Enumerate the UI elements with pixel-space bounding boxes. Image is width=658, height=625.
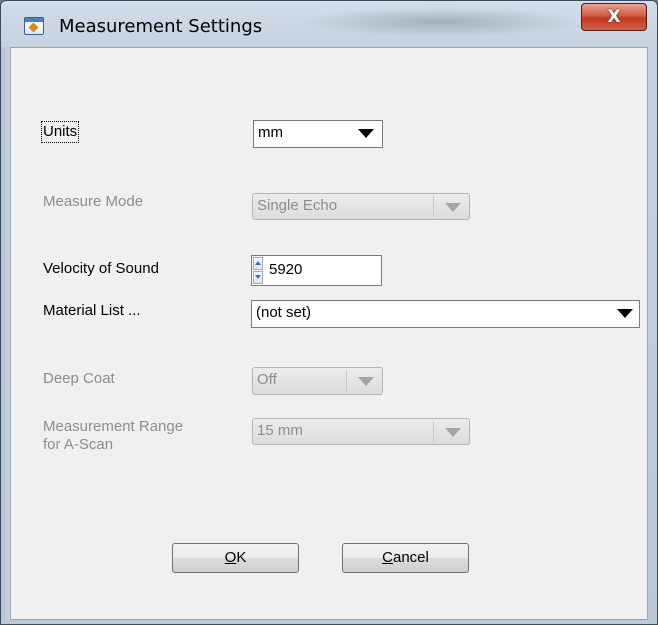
units-value: mm (258, 124, 283, 141)
app-window-icon[interactable] (24, 17, 44, 35)
spin-down-icon[interactable] (253, 271, 263, 284)
velocity-label: Velocity of Sound (43, 260, 159, 277)
material-list-label: Material List ... (43, 302, 141, 319)
material-list-value: (not set) (256, 304, 312, 321)
deep-coat-dropdown: Off (252, 367, 383, 395)
measurement-range-value: 15 mm (257, 422, 303, 439)
window-frame-left (1, 47, 10, 620)
chevron-down-icon (358, 377, 374, 386)
measurement-range-dropdown: 15 mm (252, 418, 470, 445)
ok-label-rest: K (236, 549, 247, 566)
ok-button[interactable]: OK (172, 543, 299, 573)
measure-mode-value: Single Echo (257, 197, 338, 214)
deep-coat-label: Deep Coat (43, 370, 115, 387)
cancel-accelerator: C (382, 549, 393, 566)
chevron-down-icon (445, 428, 461, 437)
measurement-range-label-line1: Measurement Range (43, 418, 184, 435)
title-bar-glass (301, 7, 581, 37)
close-button[interactable]: X (581, 3, 647, 31)
material-list-dropdown[interactable]: (not set) (251, 300, 640, 328)
ok-accelerator: O (224, 549, 237, 566)
dialog-client-area: Units mm Measure Mode Single Echo Veloci… (10, 47, 648, 620)
chevron-down-icon (617, 309, 633, 318)
units-dropdown[interactable]: mm (253, 120, 383, 148)
window-title: Measurement Settings (59, 16, 263, 37)
chevron-down-icon (445, 203, 461, 212)
velocity-spin-buttons (253, 257, 263, 284)
title-bar[interactable]: Measurement Settings X (1, 1, 657, 47)
velocity-spinbox[interactable]: 5920 (251, 255, 382, 286)
measurement-range-label: Measurement Range for A-Scan (43, 418, 183, 454)
measure-mode-dropdown: Single Echo (252, 193, 470, 220)
units-label[interactable]: Units (40, 121, 80, 143)
chevron-down-icon (358, 129, 374, 138)
velocity-value: 5920 (269, 261, 303, 278)
deep-coat-value: Off (257, 371, 277, 388)
measurement-settings-dialog: Measurement Settings X Units mm Measure … (0, 0, 658, 625)
cancel-button[interactable]: Cancel (342, 543, 469, 573)
spin-up-icon[interactable] (253, 257, 263, 270)
measurement-range-label-line2: for A-Scan (43, 436, 114, 453)
cancel-label-rest: ancel (392, 549, 429, 566)
close-icon: X (607, 7, 621, 27)
measure-mode-label: Measure Mode (43, 193, 144, 210)
